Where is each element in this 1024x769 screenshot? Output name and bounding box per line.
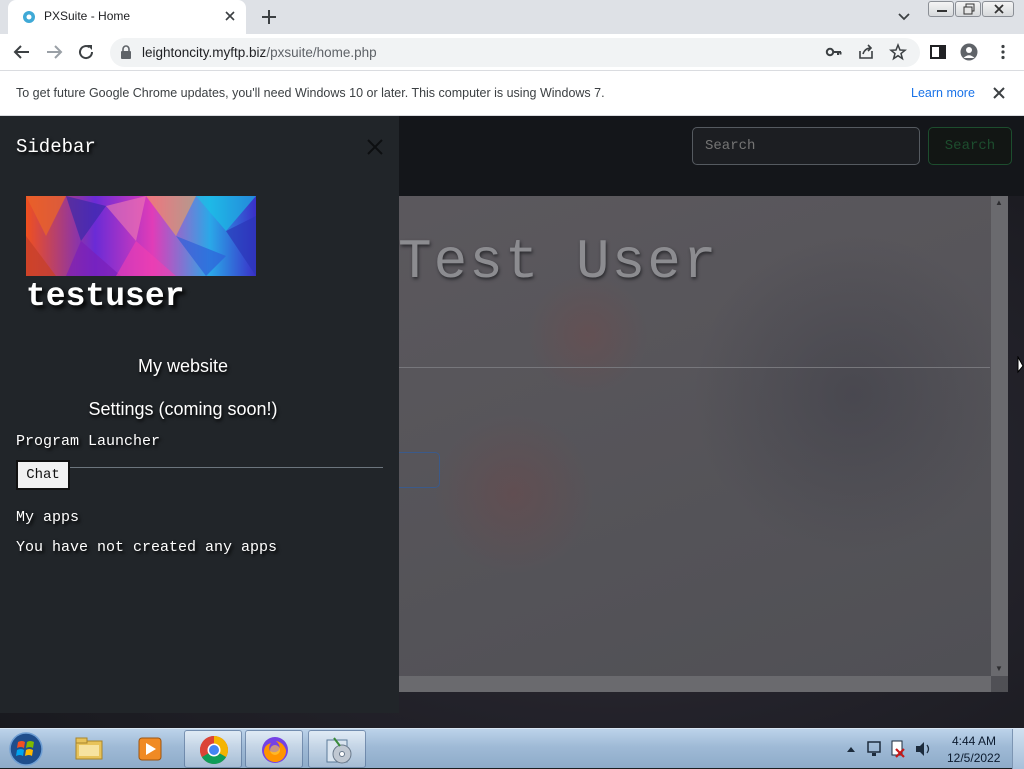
key-icon[interactable] xyxy=(825,43,843,61)
kebab-menu-icon[interactable] xyxy=(994,43,1012,61)
forward-icon[interactable] xyxy=(45,43,63,61)
bookmark-star-icon[interactable] xyxy=(889,43,907,61)
share-icon[interactable] xyxy=(857,43,875,61)
scroll-up-icon[interactable]: ▲ xyxy=(995,198,1003,207)
my-apps-heading: My apps xyxy=(16,509,80,526)
update-infobar: To get future Google Chrome updates, you… xyxy=(0,71,1024,116)
clock-date[interactable]: 12/5/2022 xyxy=(947,751,1000,765)
close-infobar-icon[interactable] xyxy=(992,86,1006,100)
network-icon xyxy=(867,741,881,753)
url-text[interactable]: leightoncity.myftp.biz/pxsuite/home.php xyxy=(142,45,377,60)
back-icon[interactable] xyxy=(13,43,31,61)
tab-strip: PXSuite - Home xyxy=(0,0,1024,34)
welcome-title: Test User xyxy=(398,230,719,294)
sidebar-divider xyxy=(70,467,383,468)
reload-icon[interactable] xyxy=(77,43,95,61)
taskbar: 4:44 AM 12/5/2022 xyxy=(0,728,1024,769)
minimize-button[interactable] xyxy=(928,1,954,17)
restore-button[interactable] xyxy=(955,1,981,17)
side-panel-icon[interactable] xyxy=(929,43,947,61)
clock-time[interactable]: 4:44 AM xyxy=(952,734,996,748)
infobar-message: To get future Google Chrome updates, you… xyxy=(16,86,605,100)
sidebar-panel: Sidebar testuser My website Settings (co… xyxy=(0,116,399,713)
taskbar-setup-wizard[interactable] xyxy=(308,730,366,768)
taskbar-chrome[interactable] xyxy=(184,730,242,768)
taskbar-explorer[interactable] xyxy=(60,730,118,768)
my-website-link[interactable]: My website xyxy=(0,356,366,377)
lock-icon[interactable] xyxy=(120,45,132,59)
mouse-cursor-icon xyxy=(1017,356,1024,374)
sidebar-title: Sidebar xyxy=(16,136,96,158)
folder-icon xyxy=(75,737,103,760)
firefox-icon xyxy=(262,737,288,763)
search-input[interactable] xyxy=(692,127,920,165)
chrome-icon xyxy=(200,736,228,764)
close-icon[interactable] xyxy=(366,138,384,156)
address-bar[interactable]: leightoncity.myftp.biz/pxsuite/home.php xyxy=(110,38,920,67)
scroll-down-icon[interactable]: ▼ xyxy=(995,664,1003,673)
search-button[interactable]: Search xyxy=(928,127,1012,165)
program-launcher-heading: Program Launcher xyxy=(16,433,161,450)
learn-more-link[interactable]: Learn more xyxy=(911,86,975,100)
no-apps-text: You have not created any apps xyxy=(16,539,278,556)
browser-toolbar: leightoncity.myftp.biz/pxsuite/home.php xyxy=(0,34,1024,71)
profile-banner-image xyxy=(26,196,256,276)
profile-avatar-icon[interactable] xyxy=(960,43,978,61)
system-tray[interactable] xyxy=(844,735,939,763)
settings-link[interactable]: Settings (coming soon!) xyxy=(0,399,366,420)
chevron-down-icon[interactable] xyxy=(896,10,912,24)
media-player-icon xyxy=(138,737,162,761)
close-tab-icon[interactable] xyxy=(222,8,238,24)
setup-disc-icon xyxy=(326,737,352,764)
username: testuser xyxy=(26,278,185,315)
pxsuite-favicon-icon xyxy=(23,11,35,23)
web-page: Search Test User ▲ ▼ Sidebar xyxy=(0,116,1024,728)
show-desktop-button[interactable] xyxy=(1012,729,1024,769)
browser-tab[interactable]: PXSuite - Home xyxy=(8,0,246,34)
content-panel: Test User xyxy=(390,196,1008,692)
new-tab-icon[interactable] xyxy=(260,8,278,26)
chat-button[interactable]: Chat xyxy=(16,460,70,490)
vertical-scrollbar[interactable]: ▲ ▼ xyxy=(991,196,1008,676)
tray-overflow-icon xyxy=(847,747,855,752)
tab-title: PXSuite - Home xyxy=(44,9,131,23)
content-divider xyxy=(390,367,990,368)
taskbar-media-player[interactable] xyxy=(121,730,179,768)
horizontal-scrollbar[interactable] xyxy=(390,676,991,692)
taskbar-firefox[interactable] xyxy=(245,730,303,768)
start-orb-icon[interactable] xyxy=(6,730,46,768)
window-close-button[interactable] xyxy=(982,1,1014,17)
